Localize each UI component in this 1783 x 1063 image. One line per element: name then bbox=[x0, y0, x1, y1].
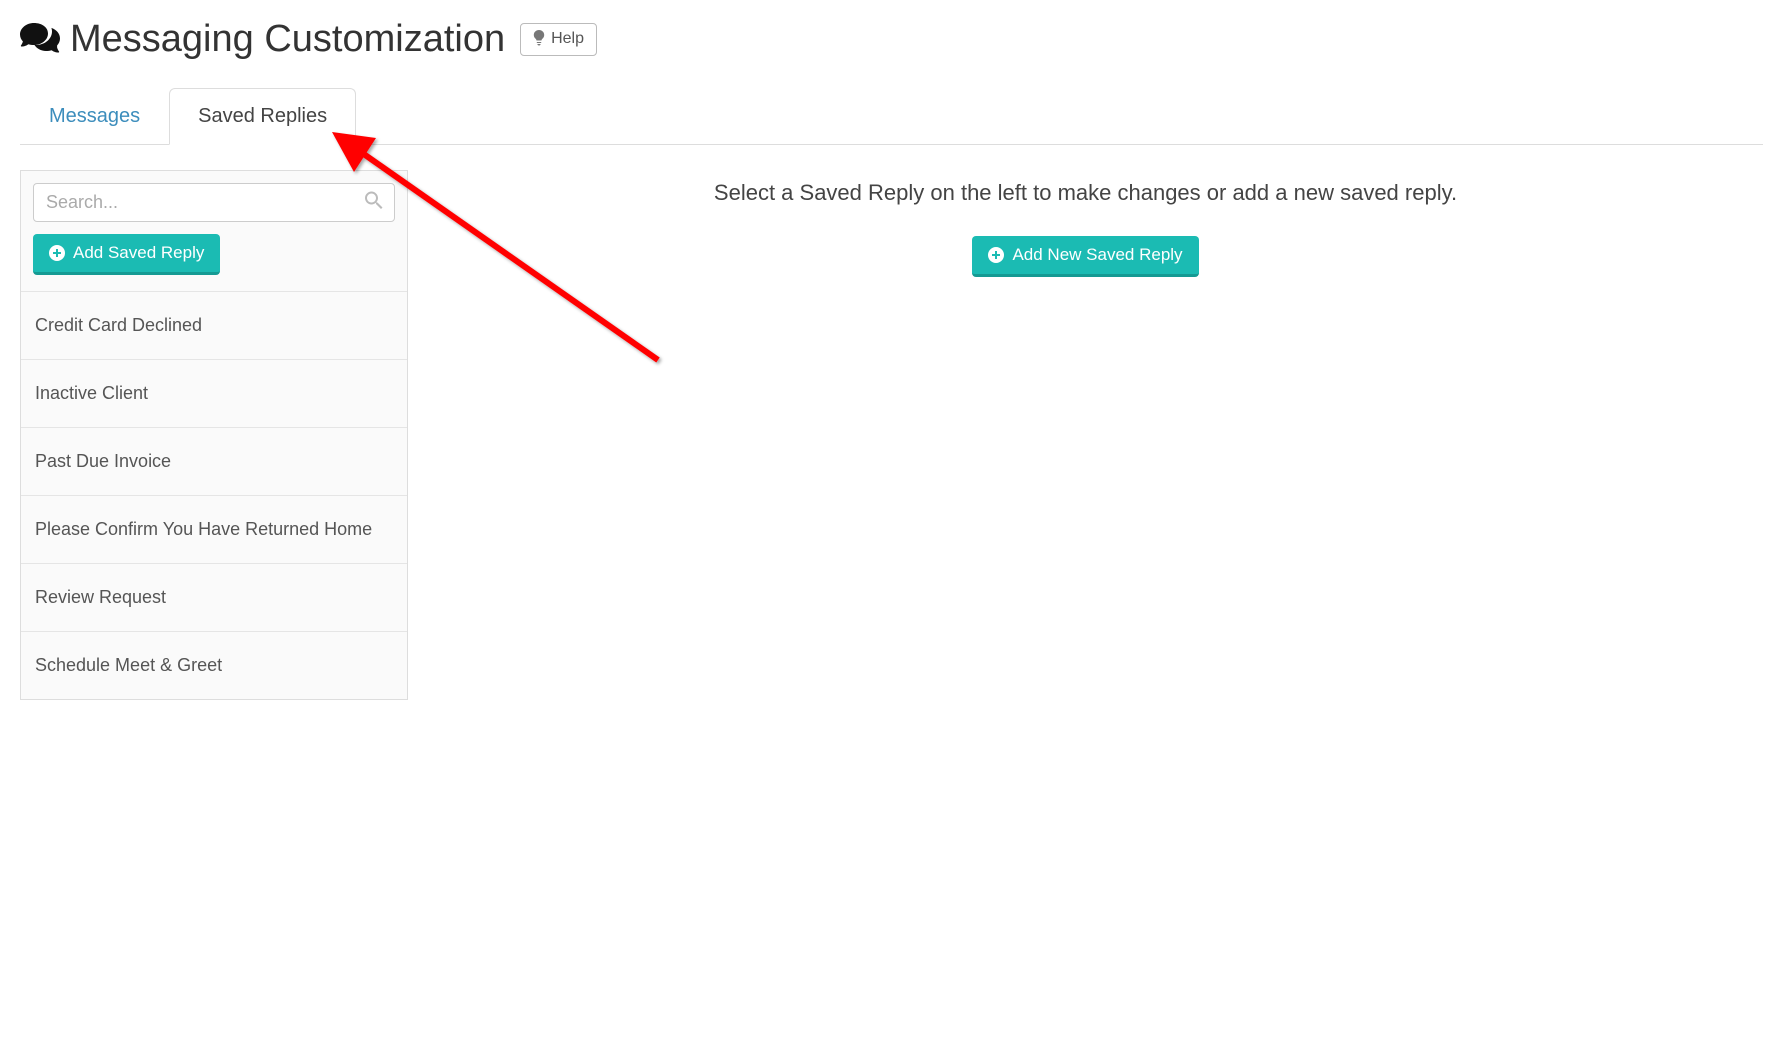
list-item[interactable]: Please Confirm You Have Returned Home bbox=[21, 495, 407, 563]
help-button-label: Help bbox=[551, 30, 584, 48]
search-wrap bbox=[21, 171, 407, 234]
add-saved-reply-label: Add Saved Reply bbox=[73, 243, 204, 263]
lightbulb-icon bbox=[533, 30, 545, 49]
search-box bbox=[33, 183, 395, 222]
tab-bar: Messages Saved Replies bbox=[20, 88, 1763, 145]
search-input[interactable] bbox=[33, 183, 395, 222]
add-button-wrap: Add Saved Reply bbox=[21, 234, 407, 291]
list-item[interactable]: Credit Card Declined bbox=[21, 291, 407, 359]
add-new-saved-reply-label: Add New Saved Reply bbox=[1012, 245, 1182, 265]
list-item[interactable]: Schedule Meet & Greet bbox=[21, 631, 407, 699]
help-button[interactable]: Help bbox=[520, 23, 597, 56]
list-item[interactable]: Past Due Invoice bbox=[21, 427, 407, 495]
tab-saved-replies[interactable]: Saved Replies bbox=[169, 88, 356, 145]
tab-messages[interactable]: Messages bbox=[20, 88, 169, 144]
add-saved-reply-button[interactable]: Add Saved Reply bbox=[33, 234, 220, 275]
plus-circle-icon bbox=[988, 247, 1004, 263]
page-title: Messaging Customization bbox=[70, 20, 505, 58]
content-area: Add Saved Reply Credit Card Declined Ina… bbox=[20, 170, 1763, 700]
main-panel: Select a Saved Reply on the left to make… bbox=[408, 170, 1763, 700]
page-header: Messaging Customization Help bbox=[20, 20, 1763, 58]
sidebar: Add Saved Reply Credit Card Declined Ina… bbox=[20, 170, 408, 700]
add-new-saved-reply-button[interactable]: Add New Saved Reply bbox=[972, 236, 1198, 277]
plus-circle-icon bbox=[49, 245, 65, 261]
list-item[interactable]: Review Request bbox=[21, 563, 407, 631]
list-item[interactable]: Inactive Client bbox=[21, 359, 407, 427]
instruction-text: Select a Saved Reply on the left to make… bbox=[448, 180, 1723, 206]
comments-icon bbox=[20, 21, 60, 58]
